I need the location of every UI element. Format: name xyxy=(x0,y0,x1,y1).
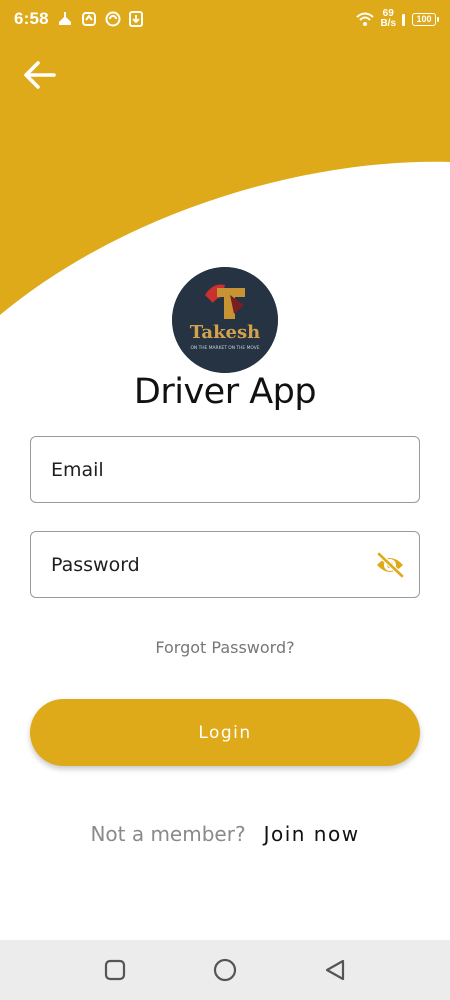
eye-off-icon xyxy=(376,551,405,579)
page-title: Driver App xyxy=(133,372,317,412)
company-logo: Takesh ON THE MARKET ON THE MOVE xyxy=(172,267,278,373)
arrow-left-icon xyxy=(24,61,56,89)
network-speed: 69 B/s xyxy=(380,9,396,29)
net-speed-unit: B/s xyxy=(380,18,396,29)
recents-button[interactable] xyxy=(102,957,128,983)
battery-level: 100 xyxy=(416,14,432,24)
join-now-link[interactable]: Join now xyxy=(264,822,360,846)
logo-graphic: Takesh ON THE MARKET ON THE MOVE xyxy=(172,267,278,373)
password-visibility-toggle[interactable] xyxy=(375,551,405,579)
signal-icon xyxy=(402,14,405,26)
home-circle-icon xyxy=(213,958,237,982)
forgot-password-link[interactable]: Forgot Password? xyxy=(0,638,450,657)
vpn-icon xyxy=(105,11,121,27)
email-field[interactable] xyxy=(31,437,419,502)
email-field-container xyxy=(30,436,420,503)
recents-square-icon xyxy=(104,959,126,981)
sync-icon xyxy=(81,12,96,26)
logo-tagline: ON THE MARKET ON THE MOVE xyxy=(190,345,259,351)
status-icons-left xyxy=(57,11,143,27)
hand-wash-icon xyxy=(58,12,71,25)
battery-icon: 100 xyxy=(412,12,439,26)
signup-row: Not a member? Join now xyxy=(0,822,450,846)
system-back-button[interactable] xyxy=(322,957,348,983)
home-button[interactable] xyxy=(212,957,238,983)
back-button[interactable] xyxy=(20,56,60,96)
logo-text: Takesh xyxy=(190,322,260,343)
status-icons-right: 69 B/s 100 xyxy=(356,9,439,29)
system-nav-bar xyxy=(0,940,450,1000)
login-button[interactable]: Login xyxy=(30,699,420,766)
wifi-icon xyxy=(356,12,375,26)
password-field[interactable] xyxy=(31,532,419,597)
download-icon xyxy=(128,11,143,27)
password-field-container xyxy=(30,531,420,598)
status-time: 6:58 xyxy=(14,9,49,28)
back-triangle-icon xyxy=(325,959,345,981)
not-member-text: Not a member? xyxy=(90,822,246,846)
status-bar: 6:58 69 B/s 100 xyxy=(0,0,450,38)
